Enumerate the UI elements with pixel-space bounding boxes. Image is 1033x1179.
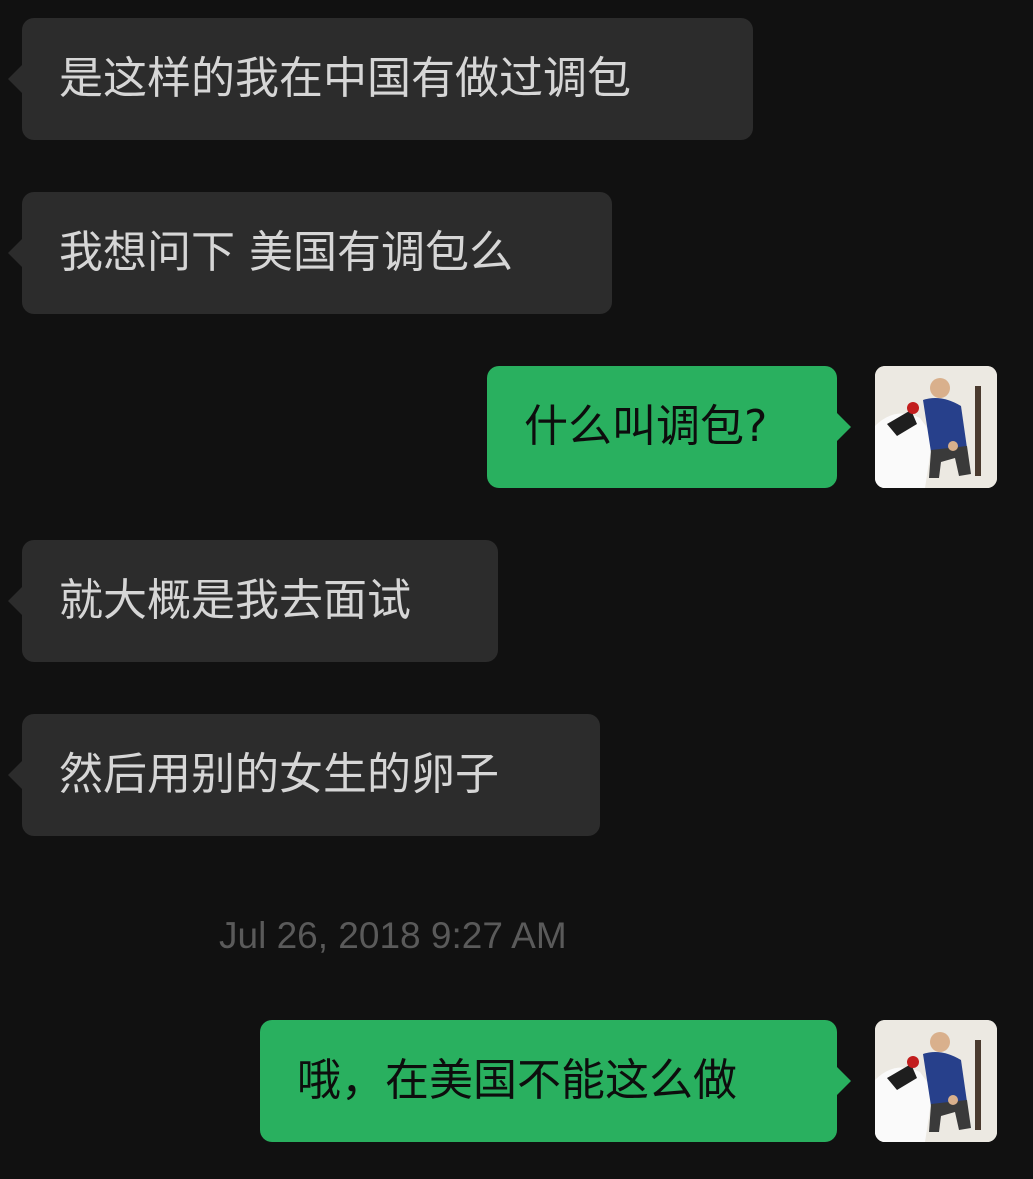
- incoming-message-bubble[interactable]: 然后用别的女生的卵子: [8, 714, 600, 836]
- user-avatar[interactable]: [875, 366, 997, 488]
- outgoing-message-bubble[interactable]: 什么叫调包?: [487, 366, 851, 488]
- outgoing-message-bubble[interactable]: 哦，在美国不能这么做: [260, 1020, 851, 1142]
- incoming-message-bubble[interactable]: 我想问下 美国有调包么: [8, 192, 612, 314]
- user-avatar[interactable]: [875, 1020, 997, 1142]
- message-text: 就大概是我去面试: [59, 575, 411, 626]
- incoming-message-bubble[interactable]: 是这样的我在中国有做过调包: [8, 18, 753, 140]
- message-text: 是这样的我在中国有做过调包: [59, 53, 631, 104]
- message-text: 哦，在美国不能这么做: [297, 1055, 737, 1106]
- message-text: 然后用别的女生的卵子: [59, 749, 499, 800]
- message-text: 什么叫调包?: [524, 401, 768, 452]
- chat-conversation: 是这样的我在中国有做过调包 我想问下 美国有调包么 什么叫调包? 就大概是我去面…: [0, 0, 1033, 1179]
- message-text: 我想问下 美国有调包么: [59, 227, 513, 278]
- incoming-message-bubble[interactable]: 就大概是我去面试: [8, 540, 498, 662]
- avatar-photo-icon: [875, 1020, 997, 1142]
- avatar-photo-icon: [875, 366, 997, 488]
- message-timestamp: Jul 26, 2018 9:27 AM: [219, 915, 567, 956]
